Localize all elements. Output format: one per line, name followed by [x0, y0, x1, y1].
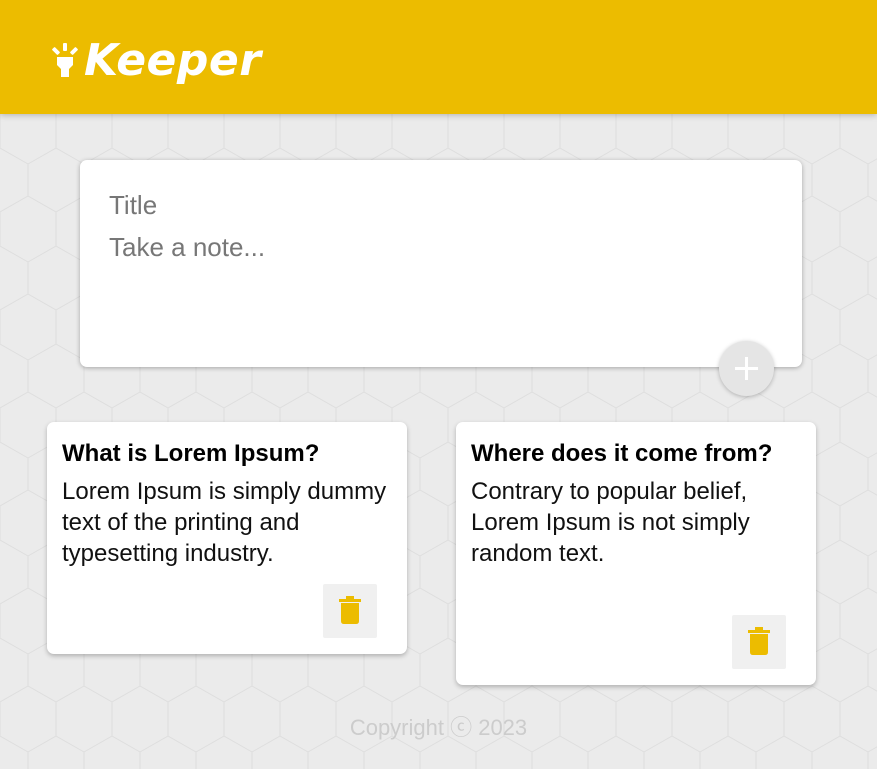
app-header: Keeper — [0, 0, 877, 114]
delete-note-button[interactable] — [323, 584, 377, 638]
note-title: Where does it come from? — [471, 440, 773, 467]
trash-icon — [748, 627, 770, 655]
add-note-button[interactable] — [719, 341, 774, 396]
note-card: Where does it come from? Contrary to pop… — [456, 422, 816, 685]
note-title: What is Lorem Ipsum? — [62, 440, 320, 467]
note-card: What is Lorem Ipsum? Lorem Ipsum is simp… — [47, 422, 407, 654]
note-content: Lorem Ipsum is simply dummy text of the … — [62, 478, 387, 567]
create-note-form — [80, 160, 802, 367]
page-footer: Copyright ⓒ 2023 — [0, 710, 877, 742]
plus-icon — [735, 357, 758, 380]
app-title: Keeper — [84, 35, 262, 86]
note-title-input[interactable] — [109, 188, 769, 222]
lightbulb-icon — [52, 43, 78, 77]
note-content-input[interactable] — [109, 232, 769, 342]
copyright-text: Copyright ⓒ 2023 — [349, 715, 528, 740]
app-logo: Keeper — [52, 36, 261, 86]
note-content: Contrary to popular belief, Lorem Ipsum … — [471, 478, 750, 567]
delete-note-button[interactable] — [732, 615, 786, 669]
trash-icon — [339, 596, 361, 624]
